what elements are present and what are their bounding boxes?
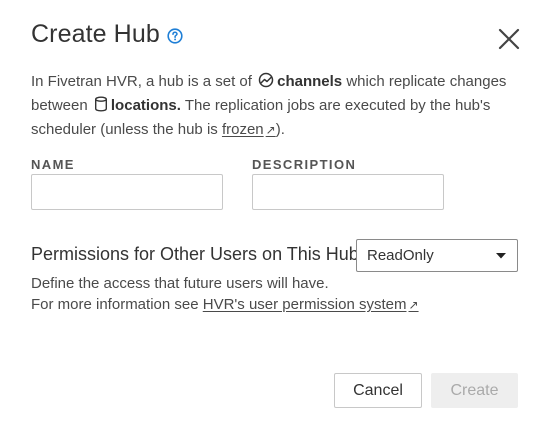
title-row: Create Hub (31, 20, 183, 49)
permission-system-link[interactable]: HVR's user permission system ↗ (203, 296, 419, 313)
dialog-title: Create Hub (31, 20, 160, 48)
intro-text: In Fivetran HVR, a hub is a set of chann… (31, 71, 521, 141)
intro-part1: In Fivetran HVR, a hub is a set of (31, 73, 252, 90)
permissions-select[interactable]: ReadOnly (356, 239, 518, 272)
cancel-button[interactable]: Cancel (334, 373, 422, 408)
intro-part4: ). (275, 121, 285, 138)
permissions-selected-value: ReadOnly (367, 247, 434, 264)
description-input[interactable] (252, 174, 444, 210)
permissions-help-line2: For more information see HVR's user perm… (31, 294, 419, 316)
permissions-help: Define the access that future users will… (31, 273, 419, 316)
create-hub-dialog: Create Hub In Fivetran HVR, a hub is a s… (0, 0, 554, 424)
name-input[interactable] (31, 174, 223, 210)
create-button[interactable]: Create (431, 373, 518, 408)
help-circle-icon[interactable] (167, 28, 183, 44)
caret-down-icon (496, 252, 506, 258)
frozen-link[interactable]: frozen ↗ (222, 121, 276, 138)
name-label: NAME (31, 157, 75, 172)
locations-term: locations. (110, 97, 181, 114)
channels-term: channels (277, 73, 343, 90)
close-icon (498, 28, 520, 50)
frozen-link-label: frozen (221, 121, 264, 138)
location-database-icon (94, 96, 108, 119)
permissions-help-line1: Define the access that future users will… (31, 275, 329, 292)
close-button[interactable] (496, 26, 522, 52)
permission-system-link-label: HVR's user permission system (202, 296, 407, 313)
description-label: DESCRIPTION (252, 157, 357, 172)
channel-icon (258, 72, 274, 95)
external-link-icon: ↗ (408, 298, 419, 312)
permissions-help-prefix: For more information see (31, 296, 199, 313)
external-link-icon: ↗ (265, 123, 276, 137)
permissions-label: Permissions for Other Users on This Hub (31, 244, 359, 264)
